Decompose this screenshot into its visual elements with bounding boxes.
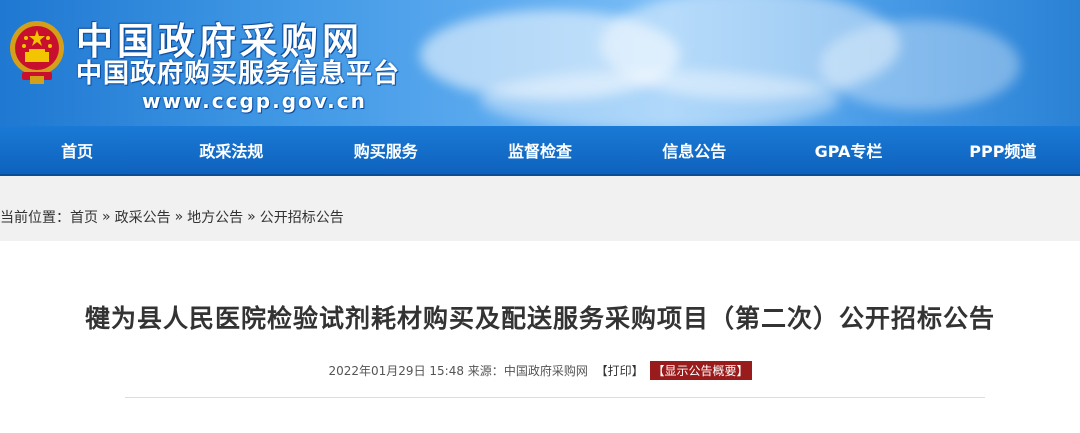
site-title: 中国政府采购网 <box>76 20 363 63</box>
breadcrumb-separator: » <box>102 209 111 225</box>
divider <box>125 397 985 398</box>
main-nav: 首页 政采法规 购买服务 监督检查 信息公告 GPA专栏 PPP频道 <box>0 126 1080 176</box>
article-panel: 犍为县人民医院检验试剂耗材购买及配送服务采购项目（第二次）公开招标公告 2022… <box>0 241 1080 433</box>
nav-item-home[interactable]: 首页 <box>0 126 154 174</box>
print-link[interactable]: 【打印】 <box>596 364 644 378</box>
breadcrumb-prefix: 当前位置： <box>0 210 70 226</box>
nav-item-regulations[interactable]: 政采法规 <box>154 126 308 174</box>
nav-item-supervision[interactable]: 监督检查 <box>463 126 617 174</box>
breadcrumb-home[interactable]: 首页 <box>70 207 98 227</box>
nav-item-gpa[interactable]: GPA专栏 <box>771 126 925 174</box>
site-url: www.ccgp.gov.cn <box>142 89 367 113</box>
header-cloud <box>480 70 840 126</box>
nav-item-announcements[interactable]: 信息公告 <box>617 126 771 174</box>
national-emblem-icon <box>10 21 64 84</box>
site-header: 中国政府采购网 中国政府购买服务信息平台 www.ccgp.gov.cn <box>0 0 1080 126</box>
breadcrumb: 当前位置： 首页 » 政采公告 » 地方公告 » 公开招标公告 <box>0 207 344 227</box>
article-meta: 2022年01月29日 15:48 来源：中国政府采购网 【打印】 【显示公告概… <box>0 361 1080 380</box>
article-source-label: 来源： <box>467 364 504 378</box>
article-title: 犍为县人民医院检验试剂耗材购买及配送服务采购项目（第二次）公开招标公告 <box>84 304 995 333</box>
breadcrumb-local-notices[interactable]: 地方公告 <box>187 207 243 227</box>
breadcrumb-public-tender[interactable]: 公开招标公告 <box>260 207 344 227</box>
breadcrumb-procurement-notices[interactable]: 政采公告 <box>115 207 171 227</box>
article-source: 中国政府采购网 <box>503 364 588 378</box>
article-date: 2022年01月29日 15:48 <box>328 364 464 378</box>
site-subtitle: 中国政府购买服务信息平台 <box>76 59 401 89</box>
nav-item-purchase-services[interactable]: 购买服务 <box>309 126 463 174</box>
header-cloud <box>820 20 1020 110</box>
breadcrumb-separator: » <box>247 209 256 225</box>
show-summary-button[interactable]: 【显示公告概要】 <box>649 361 752 380</box>
breadcrumb-separator: » <box>174 209 184 225</box>
nav-item-ppp[interactable]: PPP频道 <box>926 126 1080 174</box>
